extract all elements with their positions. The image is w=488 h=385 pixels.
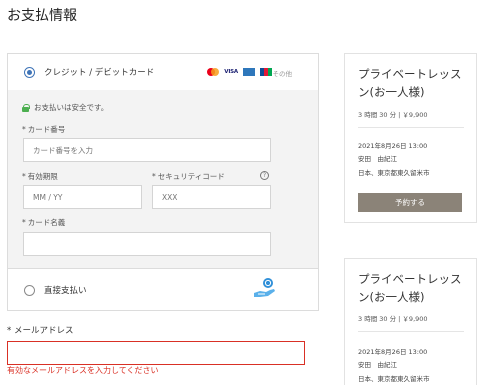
email-input[interactable]: [7, 341, 305, 365]
divider: [358, 127, 464, 128]
lock-icon: [22, 103, 30, 112]
payment-panel: クレジット / デビットカード VISA その他 お支払いは安全です。 * カード…: [7, 53, 319, 311]
brands-other-text: その他: [272, 70, 293, 78]
duration-price: 3 時間 30 分 | ￥9,900: [358, 315, 428, 323]
direct-option-radio[interactable]: [24, 284, 35, 296]
page-title: お支払情報: [7, 8, 77, 24]
amex-icon: [243, 68, 255, 76]
booking-summary-card: プライベートレッスン(お一人様) 3 時間 30 分 | ￥9,900 2021…: [344, 53, 477, 223]
visa-icon: VISA: [224, 69, 238, 75]
direct-option-label: 直接支払い: [44, 286, 87, 296]
jcb-icon: [260, 68, 272, 76]
cvc-input[interactable]: [152, 185, 271, 209]
staff-name: 安田 由紀江: [358, 361, 397, 369]
cvc-label: * セキュリティコード: [152, 172, 225, 181]
booking-date: 2021年8月26日 13:00: [358, 348, 428, 356]
card-form: お支払いは安全です。 *カード番号 *有効期限 *セキュリティコード ? *カー…: [8, 90, 318, 268]
hand-coin-icon: [254, 278, 275, 297]
booking-summary-card: プライベートレッスン(お一人様) 3 時間 30 分 | ￥9,900 2021…: [344, 258, 477, 385]
mastercard-icon: [207, 68, 220, 76]
service-title: プライベートレッスン(お一人様): [358, 272, 462, 304]
expiry-input[interactable]: [23, 185, 142, 209]
secure-notice: お支払いは安全です。: [22, 102, 108, 113]
divider: [358, 331, 464, 332]
duration-price: 3 時間 30 分 | ￥9,900: [358, 111, 428, 119]
card-number-input[interactable]: [23, 138, 271, 162]
card-option-label: クレジット / デビットカード: [44, 68, 155, 78]
email-label: * メールアドレス: [7, 326, 74, 336]
book-button[interactable]: 予約する: [358, 193, 462, 212]
card-number-label: * カード番号: [22, 125, 66, 134]
direct-payment-option[interactable]: 直接支払い: [8, 268, 318, 311]
service-title: プライベートレッスン(お一人様): [358, 67, 462, 99]
expiry-label: * 有効期限: [22, 172, 58, 181]
info-icon[interactable]: ?: [260, 171, 269, 180]
staff-name: 安田 由紀江: [358, 155, 397, 163]
booking-location: 日本、東京都東久留米市: [358, 169, 430, 177]
card-name-input[interactable]: [23, 232, 271, 256]
booking-location: 日本、東京都東久留米市: [358, 375, 430, 383]
card-brands: VISA: [207, 68, 272, 76]
secure-text: お支払いは安全です。: [34, 103, 109, 112]
booking-date: 2021年8月26日 13:00: [358, 142, 428, 150]
email-error-text: 有効なメールアドレスを入力してください: [7, 366, 159, 375]
card-name-label: * カード名義: [22, 218, 66, 227]
card-option-radio[interactable]: [24, 66, 35, 78]
